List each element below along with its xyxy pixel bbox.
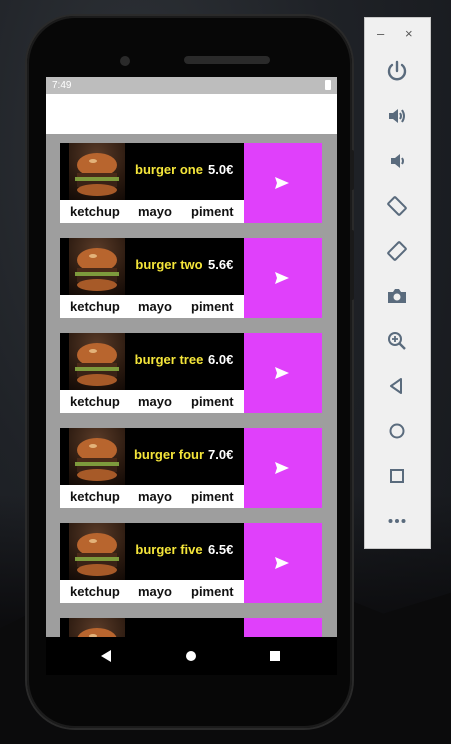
- burger-price: 5.0€: [208, 162, 234, 177]
- sauce-piment[interactable]: piment: [191, 489, 234, 504]
- sauce-mayo[interactable]: mayo: [138, 489, 172, 504]
- sauce-ketchup[interactable]: ketchup: [70, 394, 120, 409]
- zoom-button[interactable]: [379, 323, 415, 359]
- navigation-bar: [46, 637, 337, 675]
- power-button[interactable]: [379, 53, 415, 89]
- sauce-row: ketchup mayo piment: [60, 200, 244, 223]
- sauce-ketchup[interactable]: ketchup: [70, 584, 120, 599]
- list-item: burger two 5.6€ ketchup mayo piment: [60, 238, 322, 318]
- front-camera: [120, 56, 130, 66]
- zoom-icon: [388, 332, 406, 350]
- camera-icon: [388, 289, 406, 303]
- emulator-home-button[interactable]: [379, 413, 415, 449]
- send-icon: [275, 367, 289, 379]
- send-icon: [275, 272, 289, 284]
- item-header: burger one 5.0€: [60, 143, 244, 200]
- burger-name: burger tree: [134, 352, 204, 367]
- sauce-row: ketchup mayo piment: [60, 580, 244, 603]
- burger-image: [69, 333, 125, 390]
- emulator-titlebar: – ×: [365, 18, 430, 48]
- send-button[interactable]: [244, 523, 322, 603]
- status-time: 7:49: [52, 80, 72, 91]
- send-button[interactable]: [244, 618, 322, 637]
- item-header: burger two 5.6€: [60, 238, 244, 295]
- list-item-partial: [60, 618, 322, 637]
- send-button[interactable]: [244, 428, 322, 508]
- sauce-ketchup[interactable]: ketchup: [70, 299, 120, 314]
- home-icon: [389, 423, 405, 439]
- sauce-row: ketchup mayo piment: [60, 390, 244, 413]
- burger-price: 6.0€: [208, 352, 234, 367]
- volume-down-icon: [391, 154, 404, 168]
- send-button[interactable]: [244, 333, 322, 413]
- item-header: burger tree 6.0€: [60, 333, 244, 390]
- sauce-mayo[interactable]: mayo: [138, 584, 172, 599]
- rotate-right-button[interactable]: [379, 233, 415, 269]
- item-header: burger five 6.5€: [60, 523, 244, 580]
- burger-image: [69, 618, 125, 637]
- emulator-overview-button[interactable]: [379, 458, 415, 494]
- power-side-button[interactable]: [350, 150, 354, 190]
- minimize-button[interactable]: –: [377, 26, 384, 41]
- burger-name: burger four: [133, 447, 205, 462]
- volume-down-button[interactable]: [379, 143, 415, 179]
- sauce-mayo[interactable]: mayo: [138, 394, 172, 409]
- list-item: burger one 5.0€ ketchup mayo piment: [60, 143, 322, 223]
- item-header: [60, 618, 244, 637]
- sauce-row: ketchup mayo piment: [60, 295, 244, 318]
- battery-icon: [325, 80, 331, 90]
- recents-icon[interactable]: [270, 651, 280, 661]
- burger-image: [69, 238, 125, 295]
- burger-image: [69, 523, 125, 580]
- volume-up-icon: [389, 109, 405, 123]
- rotate-right-icon: [387, 241, 407, 261]
- sauce-ketchup[interactable]: ketchup: [70, 204, 120, 219]
- sauce-piment[interactable]: piment: [191, 204, 234, 219]
- sauce-mayo[interactable]: mayo: [138, 299, 172, 314]
- item-header: burger four 7.0€: [60, 428, 244, 485]
- sauce-ketchup[interactable]: ketchup: [70, 489, 120, 504]
- burger-image: [69, 143, 125, 200]
- app-bar: [46, 94, 337, 134]
- burger-image: [69, 428, 125, 485]
- sauce-mayo[interactable]: mayo: [138, 204, 172, 219]
- burger-name: burger five: [135, 542, 203, 557]
- sauce-piment[interactable]: piment: [191, 584, 234, 599]
- send-icon: [275, 557, 289, 569]
- burger-price: 6.5€: [208, 542, 234, 557]
- burger-price: 7.0€: [208, 447, 234, 462]
- emulator-back-button[interactable]: [379, 368, 415, 404]
- burger-price: 5.6€: [208, 257, 234, 272]
- list-item: burger four 7.0€ ketchup mayo piment: [60, 428, 322, 508]
- send-button[interactable]: [244, 238, 322, 318]
- earpiece-speaker: [184, 56, 270, 64]
- screenshot-button[interactable]: [379, 278, 415, 314]
- burger-name: burger two: [135, 257, 203, 272]
- volume-side-button[interactable]: [350, 230, 354, 300]
- burger-list[interactable]: burger one 5.0€ ketchup mayo piment burg…: [46, 134, 337, 637]
- more-icon: [388, 519, 406, 523]
- list-item: burger tree 6.0€ ketchup mayo piment: [60, 333, 322, 413]
- back-icon[interactable]: [100, 649, 112, 663]
- sauce-piment[interactable]: piment: [191, 299, 234, 314]
- sauce-row: ketchup mayo piment: [60, 485, 244, 508]
- send-icon: [275, 462, 289, 474]
- home-icon[interactable]: [186, 651, 196, 661]
- rotate-left-icon: [387, 196, 407, 216]
- emulator-toolbar: – ×: [364, 17, 431, 549]
- rotate-left-button[interactable]: [379, 188, 415, 224]
- send-button[interactable]: [244, 143, 322, 223]
- sauce-piment[interactable]: piment: [191, 394, 234, 409]
- phone-screen: 7:49 burger one 5.0€ ketchup mayo piment…: [46, 77, 337, 637]
- burger-name: burger one: [135, 162, 203, 177]
- back-icon: [390, 378, 402, 394]
- overview-icon: [390, 469, 404, 483]
- send-icon: [275, 177, 289, 189]
- close-button[interactable]: ×: [405, 26, 413, 41]
- status-bar: 7:49: [46, 77, 337, 94]
- list-item: burger five 6.5€ ketchup mayo piment: [60, 523, 322, 603]
- volume-up-button[interactable]: [379, 98, 415, 134]
- power-icon: [387, 60, 407, 81]
- more-button[interactable]: [379, 503, 415, 539]
